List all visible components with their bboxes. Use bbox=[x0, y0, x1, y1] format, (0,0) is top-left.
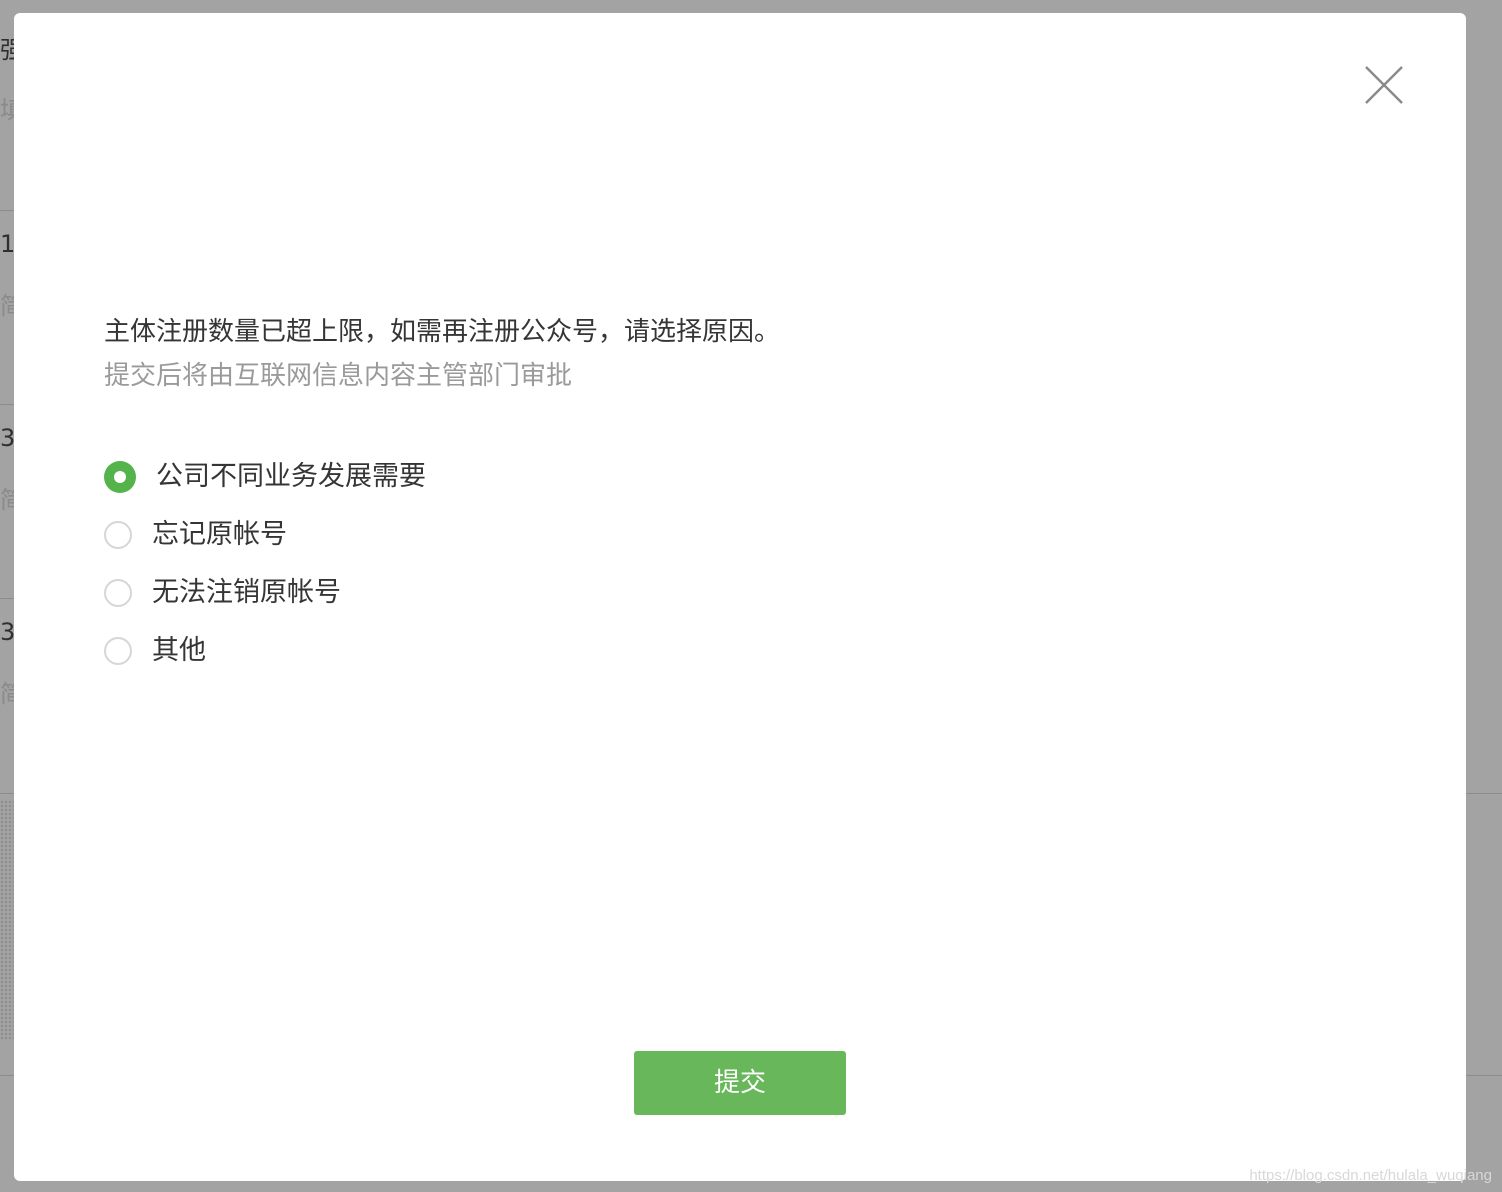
radio-button[interactable] bbox=[104, 637, 132, 665]
reason-radio-group: 公司不同业务发展需要 忘记原帐号 无法注销原帐号 其他 bbox=[104, 458, 904, 690]
background-divider bbox=[0, 210, 14, 211]
prompt-title: 主体注册数量已超上限，如需再注册公众号，请选择原因。 bbox=[104, 317, 781, 347]
submit-button[interactable]: 提交 bbox=[634, 1051, 846, 1115]
reason-option-other[interactable]: 其他 bbox=[104, 632, 904, 670]
close-button[interactable] bbox=[1362, 63, 1406, 107]
radio-button[interactable] bbox=[104, 579, 132, 607]
option-label: 其他 bbox=[152, 635, 206, 666]
close-icon bbox=[1365, 66, 1403, 104]
prompt-subtitle: 提交后将由互联网信息内容主管部门审批 bbox=[104, 361, 573, 391]
reason-option-business-needs[interactable]: 公司不同业务发展需要 bbox=[104, 458, 904, 496]
reason-dialog: 主体注册数量已超上限，如需再注册公众号，请选择原因。 提交后将由互联网信息内容主… bbox=[14, 13, 1466, 1181]
radio-button[interactable] bbox=[104, 461, 136, 493]
option-label: 无法注销原帐号 bbox=[152, 577, 341, 608]
background-pattern bbox=[0, 800, 14, 1040]
watermark: https://blog.csdn.net/hulala_wuqiang bbox=[1249, 1167, 1492, 1184]
prompt: 主体注册数量已超上限，如需再注册公众号，请选择原因。 提交后将由互联网信息内容主… bbox=[104, 313, 1104, 395]
background-divider bbox=[0, 598, 14, 599]
radio-button[interactable] bbox=[104, 521, 132, 549]
option-label: 公司不同业务发展需要 bbox=[156, 461, 426, 492]
background-divider bbox=[0, 404, 14, 405]
reason-option-cannot-deregister[interactable]: 无法注销原帐号 bbox=[104, 574, 904, 612]
background-text-fragment: 3 bbox=[0, 618, 16, 646]
option-label: 忘记原帐号 bbox=[152, 519, 287, 550]
reason-option-forgot-account[interactable]: 忘记原帐号 bbox=[104, 516, 904, 554]
background-text-fragment: 3 bbox=[0, 424, 16, 452]
background-text-fragment: 1 bbox=[0, 230, 16, 258]
